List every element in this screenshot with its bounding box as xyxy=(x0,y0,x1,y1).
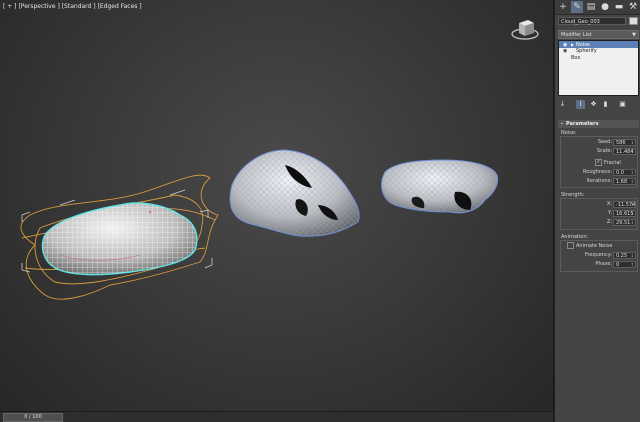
motion-icon[interactable]: ● xyxy=(599,1,611,13)
cloud-object-right xyxy=(381,159,499,214)
rollout-title: Parameters xyxy=(566,121,599,127)
remove-modifier-icon[interactable]: ▮ xyxy=(601,100,610,109)
x-label: X: xyxy=(606,201,612,207)
roughness-spinner[interactable]: 0.0 ↕ xyxy=(613,169,636,176)
check-icon: ✓ xyxy=(595,159,602,166)
phase-row: Phase: 0 ↕ xyxy=(560,261,638,268)
seed-row: Seed: 586 ↕ xyxy=(560,139,638,146)
stack-item-noise[interactable]: ◉ ▶ Noise xyxy=(559,41,638,48)
phase-spinner[interactable]: 0 ↕ xyxy=(613,261,636,268)
parameters-rollout-header[interactable]: – Parameters xyxy=(558,120,639,128)
iterations-label: Iterations: xyxy=(586,178,613,184)
stack-item-box[interactable]: Box xyxy=(559,55,638,62)
chevron-down-icon: ▼ xyxy=(632,32,636,38)
show-end-result-icon[interactable]: I xyxy=(576,100,585,109)
time-slider[interactable]: 0 / 100 xyxy=(0,411,553,422)
modifier-stack: ◉ ▶ Noise ◉ Spherify Box xyxy=(558,40,639,96)
display-icon[interactable]: ▬ xyxy=(613,1,625,13)
viewcube-icon[interactable] xyxy=(510,14,540,42)
stack-item-label: Spherify xyxy=(576,48,597,54)
scale-label: Scale: xyxy=(596,148,612,154)
seed-spinner[interactable]: 586 ↕ xyxy=(613,139,636,146)
roughness-label: Roughness: xyxy=(583,169,612,175)
checkbox-empty-icon xyxy=(567,242,574,249)
strength-y-row: Y: 16.615 ↕ xyxy=(560,210,638,217)
scale-spinner[interactable]: 11.484 ↕ xyxy=(613,148,636,155)
strength-z-spinner[interactable]: 29.51 ↕ xyxy=(613,219,636,226)
animate-noise-checkbox[interactable]: Animate Noise xyxy=(567,242,612,250)
perspective-viewport[interactable]: [ + ] [Perspective ] [Standard ] [Edged … xyxy=(0,0,554,422)
time-slider-thumb[interactable]: 0 / 100 xyxy=(3,413,63,422)
iterations-row: Iterations: 1.68 ↕ xyxy=(560,178,638,185)
cloud-object-middle xyxy=(229,149,360,237)
scene-render xyxy=(20,149,499,300)
seed-label: Seed: xyxy=(597,139,612,145)
phase-label: Phase: xyxy=(595,261,612,267)
frequency-row: Frequency: 0.25 ↕ xyxy=(560,252,638,259)
object-color-swatch[interactable] xyxy=(629,17,638,25)
object-name-field[interactable]: Cloud_Geo_003 xyxy=(558,17,626,25)
stack-item-spherify[interactable]: ◉ Spherify xyxy=(559,48,638,55)
make-unique-icon[interactable]: ❖ xyxy=(589,100,598,109)
stack-toolbar: ↓ I ❖ ▮ ▣ xyxy=(558,99,639,111)
y-label: Y: xyxy=(607,210,612,216)
fractal-checkbox[interactable]: ✓ Fractal xyxy=(595,159,621,167)
frequency-label: Frequency: xyxy=(584,252,612,258)
pin-stack-icon[interactable]: ↓ xyxy=(558,100,567,109)
iterations-spinner[interactable]: 1.68 ↕ xyxy=(613,178,636,185)
z-label: Z: xyxy=(606,219,612,225)
frequency-spinner[interactable]: 0.25 ↕ xyxy=(613,252,636,259)
cloud-object-selected xyxy=(41,202,198,276)
modifier-list-dropdown[interactable]: Modifier List ▼ xyxy=(558,30,639,39)
strength-y-spinner[interactable]: 16.615 ↕ xyxy=(613,210,636,217)
strength-x-row: X: -11.574 ↕ xyxy=(560,201,638,208)
animate-noise-label: Animate Noise xyxy=(576,243,613,249)
roughness-row: Roughness: 0.0 ↕ xyxy=(560,169,638,176)
strength-z-row: Z: 29.51 ↕ xyxy=(560,219,638,226)
eye-icon[interactable]: ◉ xyxy=(563,48,571,55)
scale-row: Scale: 11.484 ↕ xyxy=(560,148,638,155)
create-icon[interactable]: + xyxy=(557,1,569,13)
modify-icon[interactable]: ✎ xyxy=(571,1,583,13)
collapse-icon: – xyxy=(560,121,564,127)
utilities-icon[interactable]: ⚒ xyxy=(627,1,639,13)
modifier-list-label: Modifier List xyxy=(561,32,592,38)
strength-x-spinner[interactable]: -11.574 ↕ xyxy=(613,201,636,208)
command-panel-tabs: + ✎ ▤ ● ▬ ⚒ xyxy=(555,0,640,15)
stack-item-label: Box xyxy=(571,55,581,61)
fractal-label: Fractal xyxy=(604,160,621,166)
command-panel: + ✎ ▤ ● ▬ ⚒ Cloud_Geo_003 Modifier List … xyxy=(554,0,640,422)
configure-modifier-sets-icon[interactable]: ▣ xyxy=(618,100,627,109)
hierarchy-icon[interactable]: ▤ xyxy=(585,1,597,13)
